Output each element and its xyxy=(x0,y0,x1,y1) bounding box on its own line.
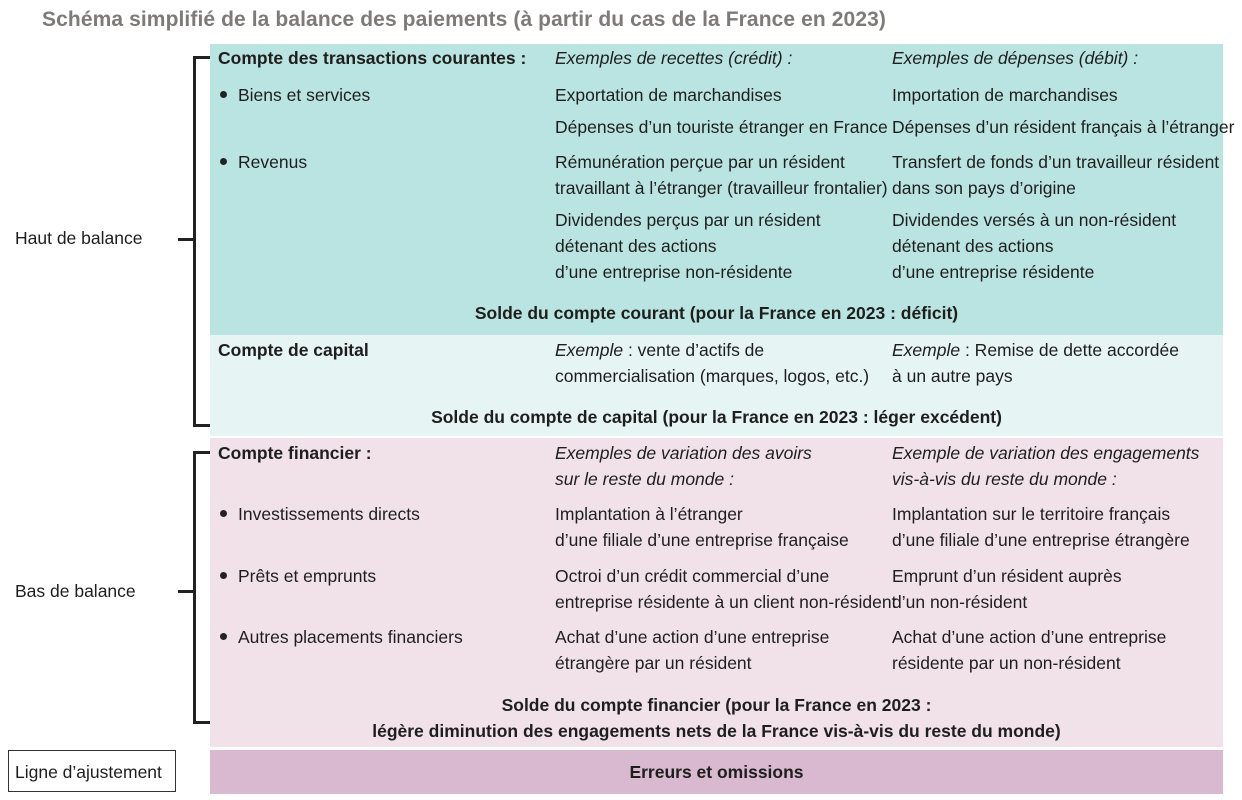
revenus-credit-1-line2: travaillant à l’étranger (travailleur fr… xyxy=(555,178,888,198)
avoirs-column-header-line2: sur le reste du monde : xyxy=(555,469,734,489)
engagements-column-header-line2: vis-à-vis du reste du monde : xyxy=(892,469,1117,489)
idd-avoirs-line1: Implantation à l’étranger xyxy=(555,504,743,524)
bas-bracket xyxy=(193,451,210,724)
haut-bracket-tick xyxy=(178,238,195,241)
biens-debit-2: Dépenses d’un résident français à l’étra… xyxy=(892,117,1235,137)
capital-account-heading: Compte de capital xyxy=(218,340,369,360)
investissements-directs-label: Investissements directs xyxy=(238,504,420,524)
bas-bracket-tick xyxy=(178,590,195,593)
capital-debit-line2: à un autre pays xyxy=(892,366,1013,386)
capital-debit-text: : Remise de dette accordée xyxy=(960,340,1179,360)
bas-de-balance-label: Bas de balance xyxy=(15,581,136,601)
autres-avoirs-line1: Achat d’une action d’une entreprise xyxy=(555,627,830,647)
idd-engag-line2: d’une filiale d’une entreprise étrangère xyxy=(892,530,1190,550)
capital-account-balance: Solde du compte de capital (pour la Fran… xyxy=(431,407,1002,427)
exemple-word: Exemple xyxy=(892,340,961,360)
revenus-credit-2-line2: détenant des actions xyxy=(555,236,717,256)
idd-avoirs-line2: d’une filiale d’une entreprise française xyxy=(555,530,849,550)
prets-avoirs-line2: entreprise résidente à un client non-rés… xyxy=(555,592,897,612)
revenus-debit-1-line1: Transfert de fonds d’un travailleur rési… xyxy=(892,152,1220,172)
capital-credit-text: : vente d’actifs de xyxy=(623,340,765,360)
capital-credit-line1: Exemple : vente d’actifs de xyxy=(555,337,764,363)
prets-engag-line1: Emprunt d’un résident auprès xyxy=(892,566,1122,586)
errors-omissions-label: Erreurs et omissions xyxy=(629,762,804,782)
autres-engag-line2: résidente par un non-résident xyxy=(892,653,1121,673)
biens-services-label: Biens et services xyxy=(238,85,371,105)
haut-bracket xyxy=(193,56,210,427)
capital-debit-line1: Exemple : Remise de dette accordée xyxy=(892,337,1179,363)
revenus-label: Revenus xyxy=(238,152,308,172)
revenus-debit-2-line3: d’une entreprise résidente xyxy=(892,262,1095,282)
avoirs-column-header-line1: Exemples de variation des avoirs xyxy=(555,443,812,463)
autres-placements-label: Autres placements financiers xyxy=(238,627,463,647)
revenus-credit-2-line1: Dividendes perçus par un résident xyxy=(555,210,821,230)
financial-account-heading: Compte financier : xyxy=(218,443,372,463)
current-account-heading: Compte des transactions courantes : xyxy=(218,48,527,68)
autres-avoirs-line2: étrangère par un résident xyxy=(555,653,752,673)
debit-column-header: Exemples de dépenses (débit) : xyxy=(892,48,1139,68)
biens-credit-2: Dépenses d’un touriste étranger en Franc… xyxy=(555,117,888,137)
prets-emprunts-label: Prêts et emprunts xyxy=(238,566,377,586)
exemple-word: Exemple xyxy=(555,340,624,360)
bullet-icon xyxy=(220,633,227,640)
bullet-icon xyxy=(220,91,227,98)
revenus-debit-2-line2: détenant des actions xyxy=(892,236,1054,256)
financial-account-balance-line1: Solde du compte financier (pour la Franc… xyxy=(501,695,932,715)
credit-column-header: Exemples de recettes (crédit) : xyxy=(555,48,793,68)
revenus-credit-1-line1: Rémunération perçue par un résident xyxy=(555,152,845,172)
revenus-credit-2-line3: d’une entreprise non-résidente xyxy=(555,262,793,282)
diagram-title: Schéma simplifié de la balance des paiem… xyxy=(42,8,886,31)
revenus-debit-2-line1: Dividendes versés à un non-résident xyxy=(892,210,1177,230)
biens-debit-1: Importation de marchandises xyxy=(892,85,1118,105)
bullet-icon xyxy=(220,510,227,517)
bullet-icon xyxy=(220,572,227,579)
capital-credit-line2: commercialisation (marques, logos, etc.) xyxy=(555,366,870,386)
engagements-column-header-line1: Exemple de variation des engagements xyxy=(892,443,1200,463)
biens-credit-1: Exportation de marchandises xyxy=(555,85,782,105)
prets-avoirs-line1: Octroi d’un crédit commercial d’une xyxy=(555,566,830,586)
current-account-balance: Solde du compte courant (pour la France … xyxy=(474,303,959,323)
ligne-ajustement-label: Ligne d’ajustement xyxy=(15,762,162,782)
prets-engag-line2: d’un non-résident xyxy=(892,592,1028,612)
revenus-debit-1-line2: dans son pays d’origine xyxy=(892,178,1076,198)
idd-engag-line1: Implantation sur le territoire français xyxy=(892,504,1171,524)
bullet-icon xyxy=(220,158,227,165)
financial-account-balance-line2: légère diminution des engagements nets d… xyxy=(372,721,1061,741)
autres-engag-line1: Achat d’une action d’une entreprise xyxy=(892,627,1167,647)
haut-de-balance-label: Haut de balance xyxy=(15,228,143,248)
